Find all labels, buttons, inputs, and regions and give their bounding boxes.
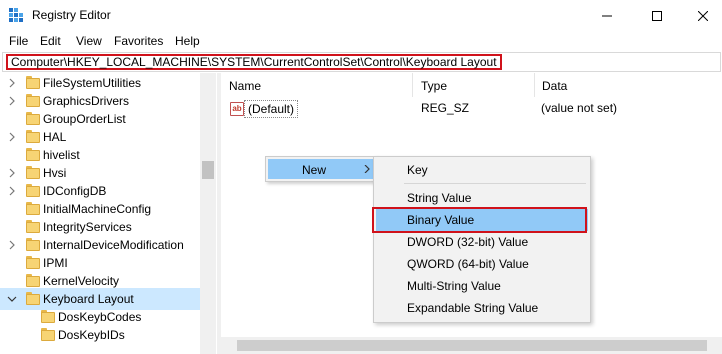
column-header-name[interactable]: Name [221,73,413,97]
tree-item-label: IPMI [43,256,68,270]
submenu-item-label: Expandable String Value [407,301,539,315]
folder-icon [26,166,40,180]
title-bar: Registry Editor [0,0,722,31]
menu-file[interactable]: File [9,34,28,48]
column-header-type[interactable]: Type [413,73,535,97]
chevron-right-icon[interactable] [7,78,17,88]
maximize-icon [652,10,662,21]
submenu-item-label: Key [407,163,428,177]
menu-bar: File Edit View Favorites Help [0,31,722,51]
folder-icon [26,256,40,270]
minimize-icon [602,15,612,16]
tree-item-label: InitialMachineConfig [43,202,152,216]
registry-tree: FileSystemUtilities GraphicsDrivers Grou… [0,73,216,354]
submenu-item-dword-value[interactable]: DWORD (32-bit) Value [376,231,588,253]
close-button[interactable] [680,0,722,31]
tree-item-label: IntegrityServices [43,220,132,234]
submenu-item-qword-value[interactable]: QWORD (64-bit) Value [376,253,588,275]
context-menu-new[interactable]: New [268,159,374,179]
folder-icon [26,238,40,252]
tree-item-label: Hvsi [43,166,67,180]
chevron-right-icon[interactable] [7,186,17,196]
horizontal-scrollbar[interactable] [221,337,722,354]
folder-open-icon [26,292,40,306]
context-menu-new-label: New [302,163,327,177]
registry-editor-icon [9,8,23,22]
folder-icon [41,310,55,324]
chevron-right-icon [364,165,370,173]
folder-icon [26,274,40,288]
chevron-right-icon[interactable] [7,96,17,106]
menu-view[interactable]: View [76,34,102,48]
submenu-item-label: Multi-String Value [407,279,501,293]
address-path[interactable]: Computer\HKEY_LOCAL_MACHINE\SYSTEM\Curre… [6,54,502,70]
tree-item-label: DosKeybCodes [58,310,142,324]
scrollbar-thumb[interactable] [237,340,707,351]
folder-icon [26,76,40,90]
tree-item-label: Keyboard Layout [43,292,134,306]
chevron-right-icon[interactable] [7,168,17,178]
submenu-item-label: DWORD (32-bit) Value [407,235,529,249]
tree-item-label: KernelVelocity [43,274,120,288]
context-menu: New [265,156,377,182]
annotation-highlight-box [372,207,587,233]
menu-help[interactable]: Help [175,34,200,48]
submenu-item-key[interactable]: Key [376,159,588,181]
maximize-button[interactable] [634,0,680,31]
minimize-button[interactable] [584,0,630,31]
close-icon [698,10,708,21]
tree-item-label: FileSystemUtilities [43,76,142,90]
column-header-data[interactable]: Data [535,73,722,97]
menu-edit[interactable]: Edit [40,34,61,48]
menu-favorites[interactable]: Favorites [114,34,163,48]
folder-icon [26,112,40,126]
folder-icon [26,148,40,162]
submenu-item-multi-string-value[interactable]: Multi-String Value [376,275,588,297]
submenu-item-string-value[interactable]: String Value [376,187,588,209]
new-submenu: Key String Value Binary Value DWORD (32-… [373,156,591,323]
window-title: Registry Editor [32,8,111,22]
submenu-item-label: String Value [407,191,472,205]
folder-icon [26,184,40,198]
value-data: (value not set) [541,101,618,115]
chevron-right-icon[interactable] [7,240,17,250]
submenu-separator [404,183,586,184]
value-type: REG_SZ [421,101,470,115]
string-value-icon: ab [230,102,244,116]
chevron-right-icon[interactable] [7,132,17,142]
tree-item-label: DosKeybIDs [58,328,125,342]
folder-icon [26,130,40,144]
submenu-item-expandable-string-value[interactable]: Expandable String Value [376,297,588,319]
tree-item-label: GraphicsDrivers [43,94,130,108]
scrollbar-thumb[interactable] [202,161,214,179]
value-name[interactable]: (Default) [244,100,299,118]
folder-icon [41,328,55,342]
tree-item-label: InternalDeviceModification [43,238,184,252]
tree-item-label: HAL [43,130,67,144]
folder-icon [26,220,40,234]
chevron-down-icon[interactable] [7,294,17,304]
folder-icon [26,202,40,216]
folder-icon [26,94,40,108]
tree-scrollbar[interactable] [200,73,216,354]
address-bar[interactable]: Computer\HKEY_LOCAL_MACHINE\SYSTEM\Curre… [2,52,721,72]
tree-child-item[interactable]: DosKeybIDs [0,324,200,346]
tree-item-label: IDConfigDB [43,184,107,198]
tree-item-label: GroupOrderList [43,112,126,126]
submenu-item-label: QWORD (64-bit) Value [407,257,529,271]
tree-item-label: hivelist [43,148,80,162]
